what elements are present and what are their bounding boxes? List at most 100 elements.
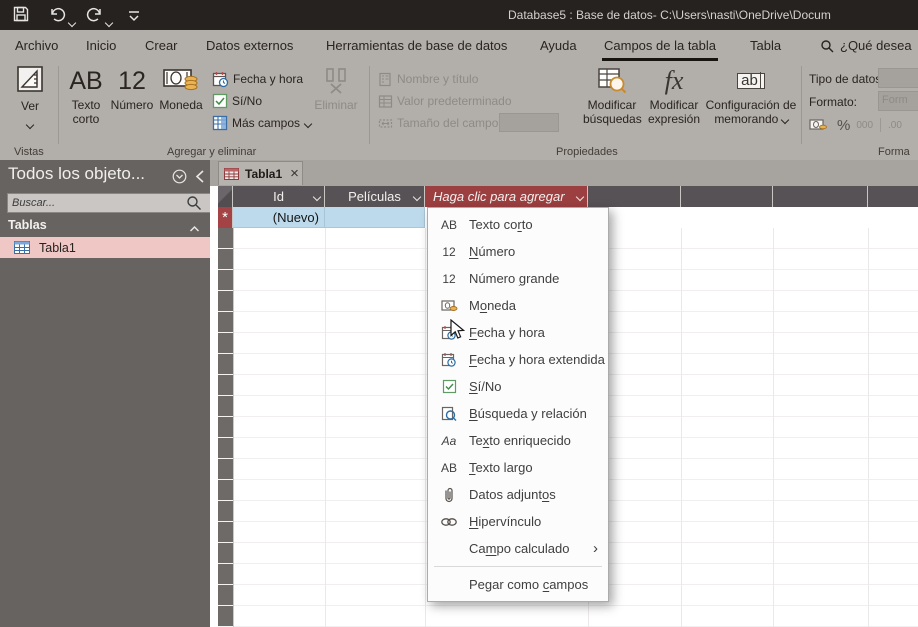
paperclip-icon (438, 487, 460, 503)
more-fields-table-icon (212, 115, 228, 131)
table-icon (14, 241, 30, 254)
tab-archivo[interactable]: Archivo (15, 30, 58, 62)
tab-crear[interactable]: Crear (145, 30, 178, 62)
menu-item-texto-largo[interactable]: AB Texto largo (428, 454, 608, 481)
memo-settings-icon: ab (705, 64, 797, 98)
document-tab-tabla1[interactable]: Tabla1 × (218, 161, 303, 185)
undo-icon[interactable] (49, 6, 66, 28)
menu-item-fecha-y-hora-extendida[interactable]: Fecha y hora extendida (428, 346, 608, 373)
tab-herramientas[interactable]: Herramientas de base de datos (326, 30, 507, 62)
tellme-search-icon[interactable] (820, 39, 834, 55)
redo-dropdown-icon[interactable] (104, 13, 114, 31)
numero-button[interactable]: 12 Número (108, 64, 156, 112)
tipo-datos-label: Tipo de datos: (809, 72, 885, 86)
thousands-separator-icon[interactable]: 000 (856, 120, 873, 131)
add-field-arrow-icon[interactable] (575, 192, 585, 202)
redo-icon[interactable] (86, 6, 103, 28)
valor-predeterminado-button[interactable]: Valor predeterminado (378, 92, 512, 110)
nav-pane-menu-icon[interactable] (172, 169, 187, 189)
save-icon[interactable] (12, 5, 30, 28)
menu-item-numero[interactable]: 12 Número (428, 238, 608, 265)
nav-search-icon[interactable] (186, 195, 202, 216)
collapse-section-icon (189, 220, 200, 238)
formato-dropdown: Form (878, 91, 918, 111)
menu-item-datos-adjuntos[interactable]: Datos adjuntos (428, 481, 608, 508)
mouse-cursor (450, 318, 466, 346)
fecha-hora-button[interactable]: Fecha y hora (212, 70, 303, 88)
menu-item-busqueda-y-relacion[interactable]: Búsqueda y relación (428, 400, 608, 427)
nav-pane-title: Todos los objeto... (8, 164, 146, 183)
new-record-star-icon: * (222, 209, 228, 226)
column-header-empty-4 (868, 186, 918, 207)
nombre-titulo-button[interactable]: Nombre y título (378, 70, 478, 88)
column-header-peliculas[interactable]: Películas (325, 186, 425, 207)
default-value-icon (378, 94, 393, 109)
menu-item-si-no[interactable]: Sí/No (428, 373, 608, 400)
menu-item-pegar-como-campos[interactable]: Pegar como campos (428, 571, 608, 598)
sidebar-item-tabla1[interactable]: Tabla1 (0, 237, 210, 258)
tab-campos-de-la-tabla[interactable]: Campos de la tabla (602, 30, 719, 62)
column-header-add-field[interactable]: Haga clic para agregar (425, 186, 588, 207)
menu-item-texto-enriquecido[interactable]: Aa Texto enriquecido (428, 427, 608, 454)
customize-qat-icon[interactable] (128, 9, 140, 27)
short-text-icon: AB (440, 217, 457, 232)
select-all-corner-cell[interactable] (218, 186, 233, 207)
decimals-icon[interactable]: .00 (888, 120, 902, 131)
navigation-pane: Todos los objeto... Tablas Tabla1 (0, 160, 215, 627)
id-filter-arrow-icon[interactable] (312, 192, 322, 202)
texto-corto-button[interactable]: AB Texto corto (63, 64, 109, 126)
formato-label: Formato: (809, 95, 858, 109)
new-record-id-cell[interactable]: (Nuevo) (233, 207, 325, 228)
tab-ayuda[interactable]: Ayuda (540, 30, 577, 62)
new-record-peliculas-cell[interactable] (325, 207, 425, 228)
configuracion-memorando-button[interactable]: ab Configuración de memorando (705, 64, 797, 126)
peliculas-filter-arrow-icon[interactable] (412, 192, 422, 202)
modificar-busquedas-button[interactable]: Modificar búsquedas (583, 64, 642, 126)
menu-item-campo-calculado[interactable]: Campo calculado › (428, 535, 608, 562)
yes-no-checkbox-icon (438, 379, 460, 394)
formato-group-label: Forma (878, 146, 910, 158)
ver-button[interactable]: Ver (8, 64, 52, 131)
tab-tabla[interactable]: Tabla (750, 30, 781, 62)
window-title: Database5 : Base de datos- C:\Users\nast… (508, 8, 831, 22)
field-size-icon (378, 116, 393, 131)
column-header-empty-2 (681, 186, 773, 207)
menu-item-moneda[interactable]: Moneda (428, 292, 608, 319)
tab-inicio[interactable]: Inicio (86, 30, 116, 62)
rich-text-icon: Aa (441, 433, 457, 448)
propiedades-group-label: Propiedades (556, 146, 618, 158)
shutter-close-icon[interactable] (194, 169, 206, 189)
date-time-icon (212, 71, 229, 88)
menu-item-texto-corto[interactable]: AB Texto corto (428, 211, 608, 238)
active-tab-underline (602, 58, 719, 61)
si-no-button[interactable]: Sí/No (212, 92, 262, 110)
delete-field-icon (312, 64, 360, 98)
number-icon: 12 (118, 67, 146, 95)
format-buttons-row: % 000 .00 (809, 116, 902, 134)
access-window: Database5 : Base de datos- C:\Users\nast… (0, 0, 918, 627)
ribbon: Ver Vistas AB Texto corto 12 Número Mone… (0, 62, 918, 161)
column-header-id[interactable]: Id (233, 186, 325, 207)
add-field-menu: AB Texto corto 12 Número 12 Número grand… (427, 207, 609, 602)
new-record-selector[interactable]: * (218, 207, 233, 228)
record-selector-column[interactable] (218, 228, 234, 627)
tamano-campo-button[interactable]: Tamaño del campo (378, 114, 498, 132)
mas-campos-button[interactable]: Más campos (212, 114, 313, 132)
modificar-expresion-button[interactable]: fx Modificar expresión (645, 64, 703, 127)
tellme-search[interactable]: ¿Qué desea (840, 30, 912, 62)
submenu-arrow-icon: › (593, 540, 598, 557)
ribbon-tab-bar: Archivo Inicio Crear Datos externos Herr… (0, 30, 918, 62)
number-icon: 12 (442, 244, 456, 259)
menu-item-numero-grande[interactable]: 12 Número grande (428, 265, 608, 292)
tab-datos-externos[interactable]: Datos externos (206, 30, 293, 62)
menu-item-hipervinculo[interactable]: Ca Hipervínculo (428, 508, 608, 535)
eliminar-button[interactable]: Eliminar (312, 64, 360, 112)
close-tab-icon[interactable]: × (290, 165, 299, 182)
apply-currency-icon[interactable] (809, 118, 827, 132)
tablas-section-header[interactable]: Tablas (0, 216, 210, 236)
moneda-button[interactable]: Moneda (156, 64, 206, 112)
apply-percent-icon[interactable]: % (837, 117, 850, 134)
nav-search-input[interactable] (7, 193, 215, 213)
undo-dropdown-icon[interactable] (67, 13, 77, 31)
field-size-input (499, 113, 559, 132)
